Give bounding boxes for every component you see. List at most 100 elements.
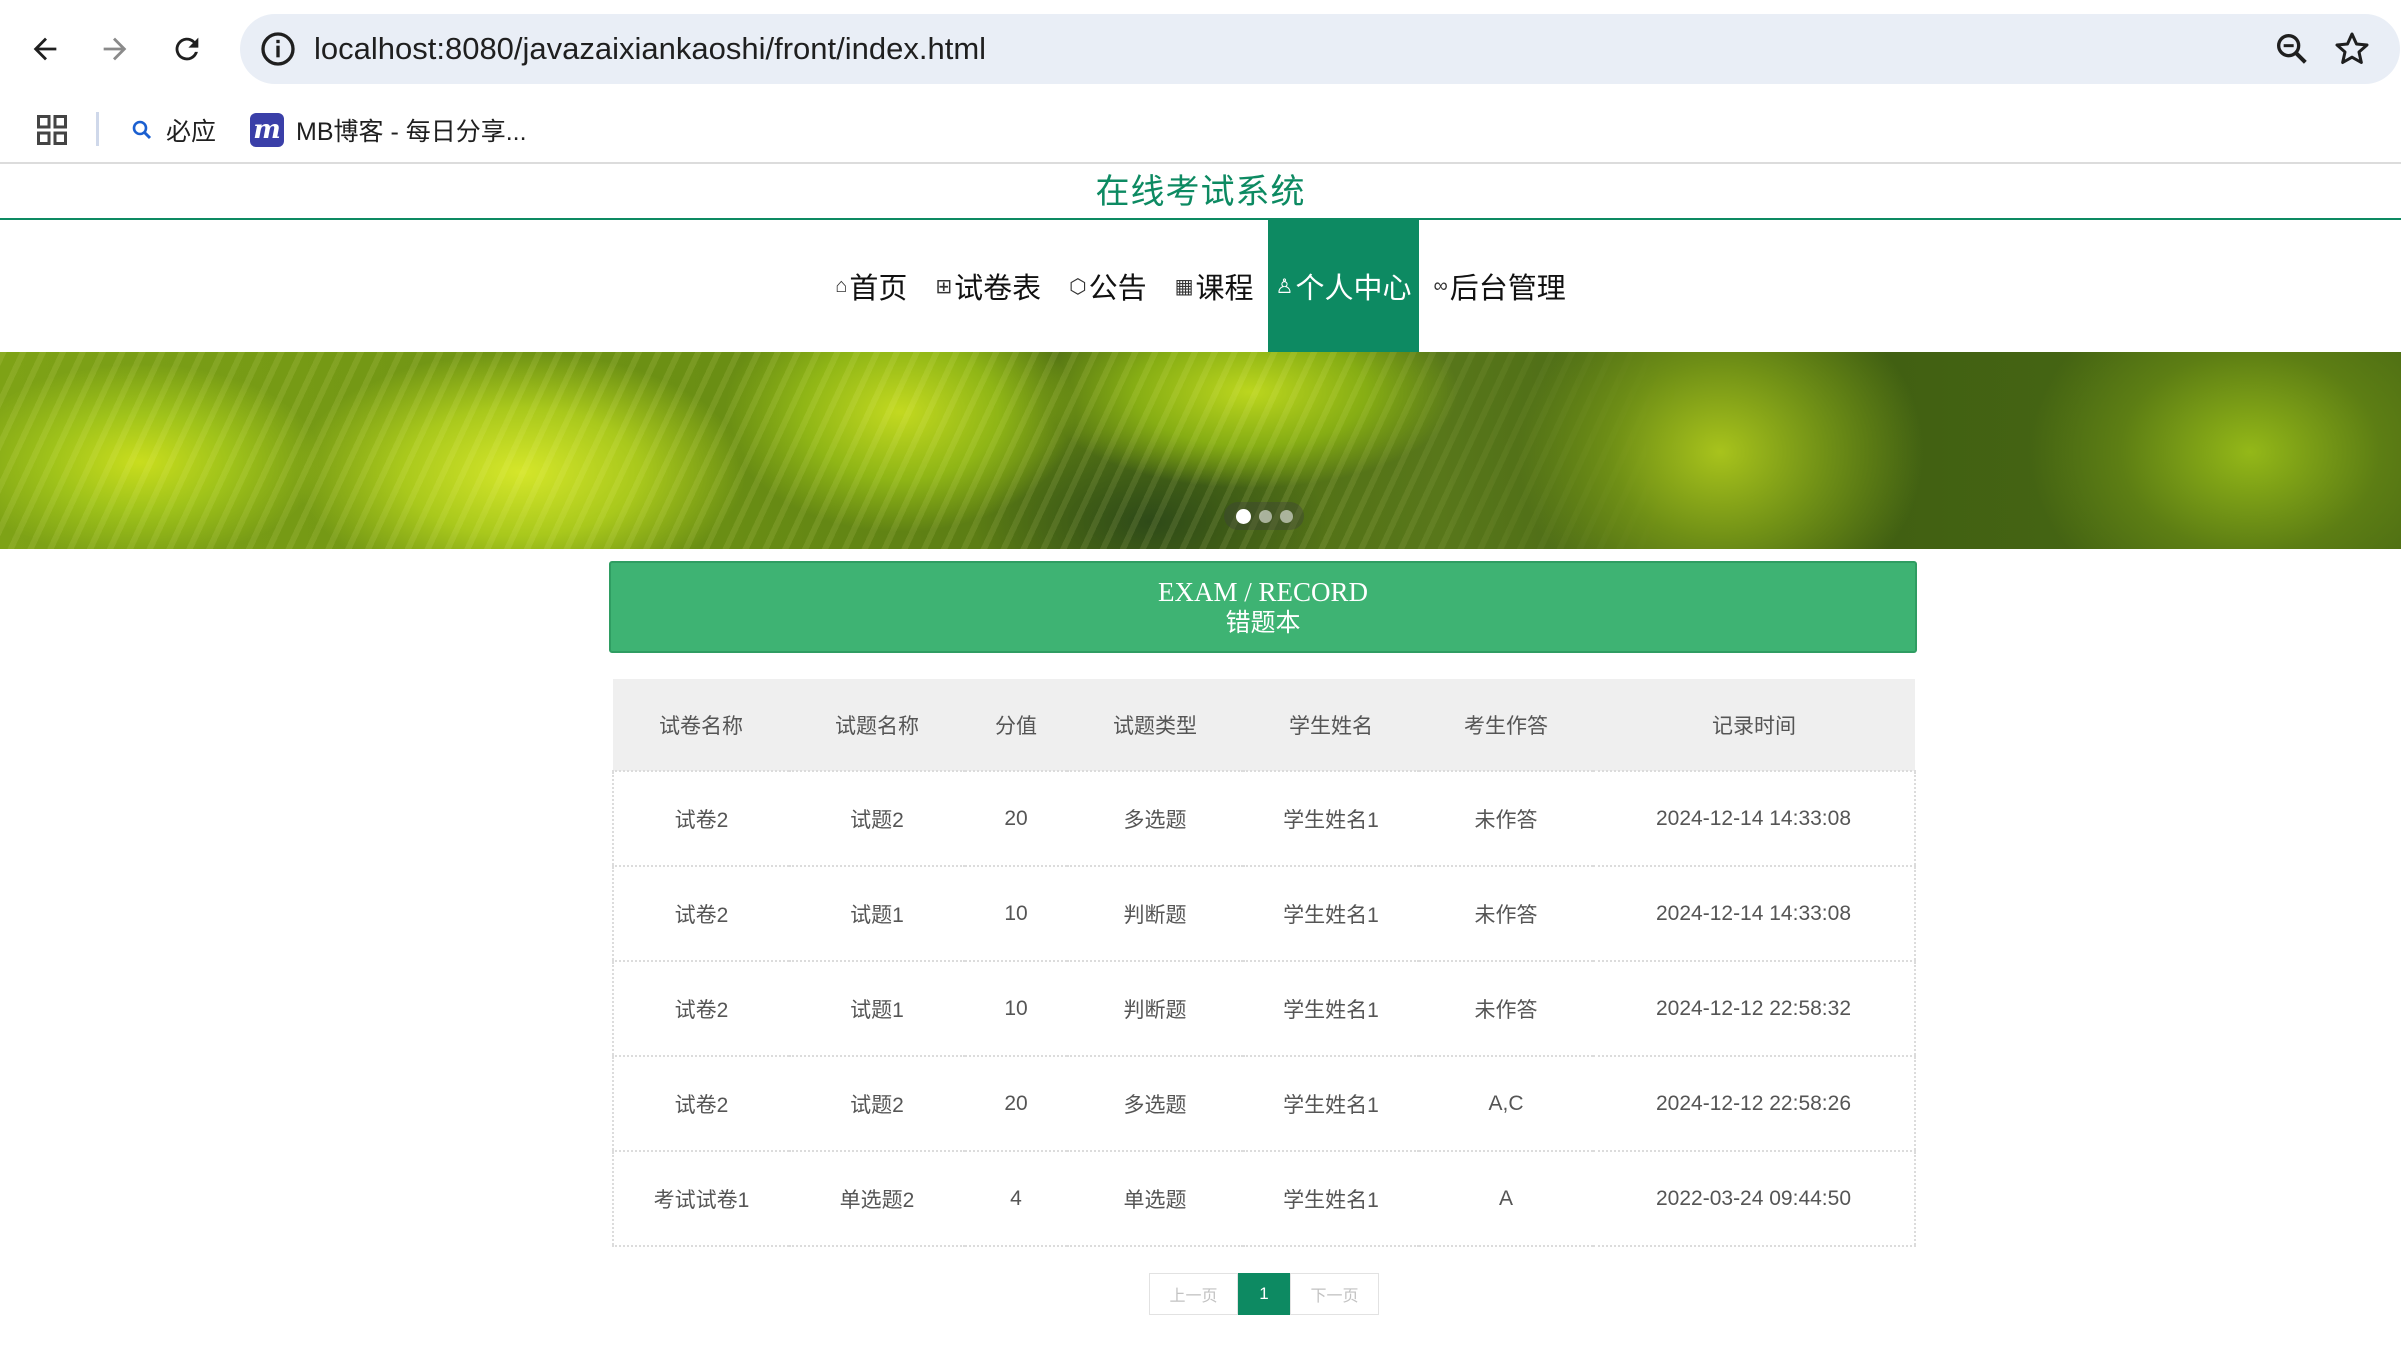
- table-row[interactable]: 试卷2 试题1 10 判断题 学生姓名1 未作答 2024-12-12 22:5…: [613, 961, 1915, 1056]
- gift-icon: ▦: [1174, 275, 1194, 298]
- nav-item-courses[interactable]: ▦ 课程: [1161, 220, 1268, 352]
- cell-question-name: 试题1: [850, 998, 904, 1022]
- reload-button[interactable]: [162, 24, 212, 74]
- column-header: 学生姓名: [1289, 714, 1373, 738]
- link-icon: ∞: [1433, 274, 1448, 297]
- cell-answer: 未作答: [1474, 808, 1538, 832]
- reload-icon: [175, 37, 199, 61]
- url-text[interactable]: localhost:8080/javazaixiankaoshi/front/i…: [314, 28, 986, 70]
- table-row[interactable]: 试卷2 试题2 20 多选题 学生姓名1 未作答 2024-12-14 14:3…: [613, 771, 1915, 866]
- cell-score: 4: [1010, 1186, 1022, 1210]
- column-header: 试卷名称: [659, 714, 743, 738]
- cell-answer: A: [1498, 1186, 1513, 1210]
- cell-question-name: 试题2: [850, 1093, 904, 1117]
- cell-student-name: 学生姓名1: [1283, 998, 1379, 1022]
- nav-label: 公告: [1088, 273, 1147, 305]
- star-icon[interactable]: [2332, 29, 2372, 69]
- cell-paper-name: 试卷2: [674, 1093, 729, 1117]
- cell-question-type: 多选题: [1123, 808, 1187, 832]
- apps-grid-icon[interactable]: [34, 112, 70, 148]
- main-nav: ⌂ 首页 ⊞ 试卷表 ⬡ 公告 ▦ 课程 ♙ 个人中心 ∞ 后台管理: [0, 220, 2401, 352]
- column-header: 分值: [995, 714, 1037, 738]
- column-header: 试题名称: [835, 714, 919, 738]
- cell-student-name: 学生姓名1: [1283, 903, 1379, 927]
- home-icon: ⌂: [835, 274, 848, 297]
- cell-score: 20: [1004, 1091, 1028, 1115]
- address-bar[interactable]: localhost:8080/javazaixiankaoshi/front/i…: [240, 14, 2400, 84]
- cell-question-name: 试题2: [850, 808, 904, 832]
- carousel-dot-1[interactable]: [1235, 508, 1251, 524]
- nav-item-personal-center[interactable]: ♙ 个人中心: [1267, 220, 1420, 352]
- nav-item-home[interactable]: ⌂ 首页: [821, 220, 921, 352]
- section-title-en: EXAM / RECORD: [1157, 577, 1368, 607]
- arrow-right-icon: [103, 37, 127, 61]
- column-header: 试题类型: [1113, 714, 1197, 738]
- bookmarks-divider: [96, 112, 99, 146]
- banner-carousel[interactable]: [0, 352, 2401, 549]
- cell-score: 10: [1004, 996, 1028, 1020]
- zoom-icon[interactable]: [2272, 29, 2312, 69]
- cell-student-name: 学生姓名1: [1283, 1188, 1379, 1212]
- carousel-dot-2[interactable]: [1258, 509, 1272, 523]
- browser-toolbar: localhost:8080/javazaixiankaoshi/front/i…: [0, 0, 2401, 98]
- wrong-answers-table: 试卷名称 试题名称 分值 试题类型 学生姓名 考生作答 记录时间 试卷2 试题2…: [612, 679, 1915, 1247]
- grid-icon: ⊞: [935, 275, 953, 298]
- cell-score: 20: [1004, 806, 1028, 830]
- bookmark-mb-blog[interactable]: m MB博客 - 每日分享...: [250, 108, 527, 152]
- table-row[interactable]: 试卷2 试题1 10 判断题 学生姓名1 未作答 2024-12-14 14:3…: [613, 866, 1915, 961]
- cell-record-time: 2024-12-12 22:58:32: [1656, 996, 1851, 1020]
- banner-image: [0, 352, 2401, 549]
- info-icon[interactable]: [258, 29, 298, 69]
- table-header-row: 试卷名称 试题名称 分值 试题类型 学生姓名 考生作答 记录时间: [613, 679, 1915, 771]
- section-title-cn: 错题本: [1225, 609, 1301, 637]
- cell-student-name: 学生姓名1: [1283, 808, 1379, 832]
- nav-item-exam-papers[interactable]: ⊞ 试卷表: [921, 220, 1055, 352]
- cell-record-time: 2024-12-14 14:33:08: [1656, 806, 1851, 830]
- carousel-indicators: [1224, 502, 1304, 530]
- site-header: 在线考试系统: [0, 164, 2401, 220]
- cell-question-type: 多选题: [1123, 1093, 1187, 1117]
- nav-label: 个人中心: [1295, 273, 1412, 305]
- cell-score: 10: [1004, 901, 1028, 925]
- section-header: EXAM / RECORD 错题本: [609, 561, 1917, 653]
- cell-record-time: 2024-12-14 14:33:08: [1656, 901, 1851, 925]
- cell-question-type: 判断题: [1123, 998, 1187, 1022]
- carousel-dot-3[interactable]: [1279, 509, 1293, 523]
- forward-button[interactable]: [90, 24, 140, 74]
- cell-paper-name: 试卷2: [674, 808, 729, 832]
- mb-logo-icon: m: [250, 113, 284, 147]
- cell-record-time: 2024-12-12 22:58:26: [1656, 1091, 1851, 1115]
- cell-answer: 未作答: [1474, 998, 1538, 1022]
- bookmark-label: 必应: [166, 118, 217, 146]
- user-icon: ♙: [1275, 275, 1294, 298]
- bookmarks-bar: 必应 m MB博客 - 每日分享...: [0, 98, 2401, 164]
- column-header: 记录时间: [1712, 714, 1796, 738]
- table-row[interactable]: 考试试卷1 单选题2 4 单选题 学生姓名1 A 2022-03-24 09:4…: [613, 1151, 1915, 1246]
- nav-label: 试卷表: [954, 273, 1042, 305]
- cell-student-name: 学生姓名1: [1283, 1093, 1379, 1117]
- cell-question-type: 判断题: [1123, 903, 1187, 927]
- cell-answer: 未作答: [1474, 903, 1538, 927]
- nav-label: 首页: [849, 273, 908, 305]
- nav-label: 课程: [1195, 273, 1254, 305]
- arrow-left-icon: [33, 37, 57, 61]
- nav-label: 后台管理: [1449, 273, 1566, 305]
- bookmark-label: MB博客 - 每日分享...: [296, 118, 527, 146]
- back-button[interactable]: [20, 24, 70, 74]
- column-header: 考生作答: [1464, 714, 1548, 738]
- prev-page-button[interactable]: 上一页: [1149, 1273, 1238, 1315]
- nav-item-announcements[interactable]: ⬡ 公告: [1055, 220, 1160, 352]
- next-page-button[interactable]: 下一页: [1290, 1273, 1379, 1315]
- cell-question-name: 试题1: [850, 903, 904, 927]
- cell-question-name: 单选题2: [839, 1188, 915, 1212]
- table-row[interactable]: 试卷2 试题2 20 多选题 学生姓名1 A,C 2024-12-12 22:5…: [613, 1056, 1915, 1151]
- pagination: 上一页 1 下一页: [1149, 1273, 1379, 1315]
- cell-answer: A,C: [1488, 1091, 1524, 1115]
- cell-paper-name: 试卷2: [674, 998, 729, 1022]
- site-title: 在线考试系统: [1095, 173, 1306, 211]
- search-icon: [132, 120, 152, 140]
- nav-item-admin[interactable]: ∞ 后台管理: [1419, 220, 1579, 352]
- cell-paper-name: 考试试卷1: [653, 1188, 750, 1212]
- bookmark-bing[interactable]: 必应: [130, 108, 216, 152]
- page-1-button[interactable]: 1: [1238, 1273, 1290, 1315]
